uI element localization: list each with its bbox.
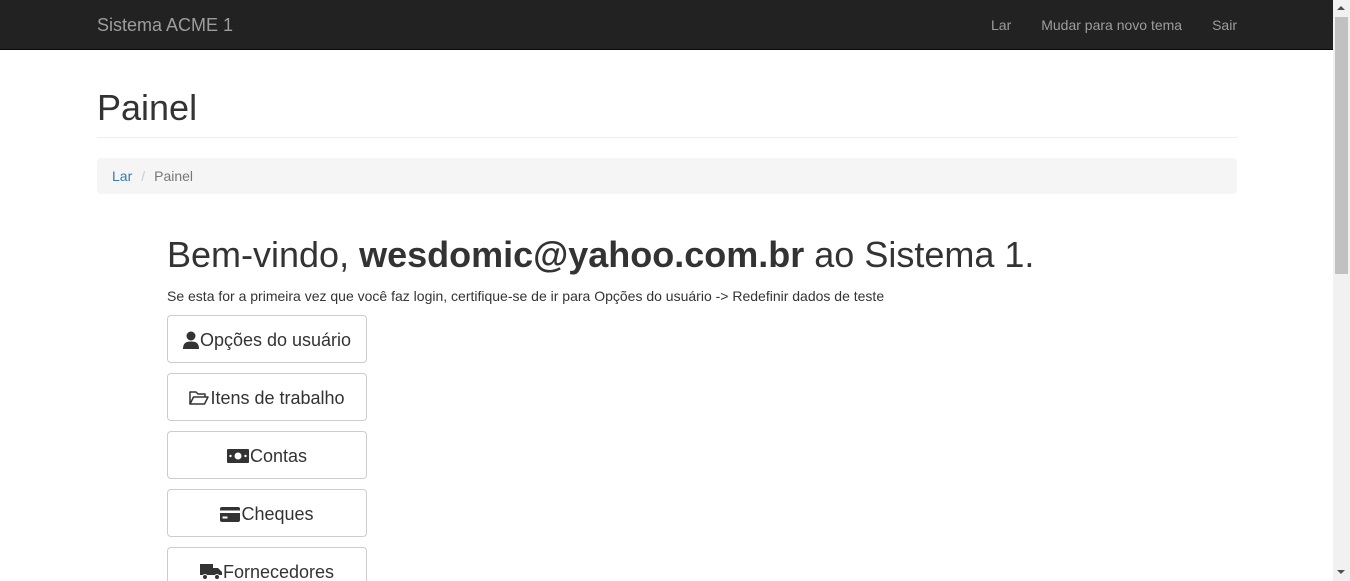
scroll-down-arrow-icon[interactable] (1333, 564, 1350, 581)
work-items-label: Itens de trabalho (210, 387, 345, 408)
brand-link[interactable]: Sistema ACME 1 (97, 0, 233, 50)
nav-link-change-theme[interactable]: Mudar para novo tema (1041, 17, 1182, 33)
money-icon (226, 449, 249, 463)
scroll-up-arrow-icon[interactable] (1333, 0, 1350, 17)
user-icon (182, 331, 199, 349)
welcome-prefix: Bem-vindo, (167, 234, 360, 275)
welcome-user-email: wesdomic@yahoo.com.br (359, 234, 805, 275)
welcome-section: Bem-vindo, wesdomic@yahoo.com.br ao Sist… (167, 233, 1167, 306)
top-navbar: Sistema ACME 1 Lar Mudar para novo tema … (0, 0, 1333, 50)
truck-icon (199, 564, 222, 580)
accounts-label: Contas (249, 445, 308, 466)
welcome-heading: Bem-vindo, wesdomic@yahoo.com.br ao Sist… (167, 233, 1167, 277)
folder-open-icon (189, 390, 210, 406)
accounts-button[interactable]: Contas (167, 431, 367, 479)
nav-link-logout[interactable]: Sair (1212, 17, 1237, 33)
page-title: Painel (97, 87, 198, 128)
suppliers-label: Fornecedores (222, 561, 335, 581)
scrollbar-thumb[interactable] (1335, 17, 1348, 274)
work-items-button[interactable]: Itens de trabalho (167, 373, 367, 421)
user-options-button[interactable]: Opções do usuário (167, 315, 367, 363)
main-content: Painel Lar / Painel Bem-vindo, wesdomic@… (97, 50, 1237, 581)
suppliers-button[interactable]: Fornecedores (167, 547, 367, 581)
user-options-label: Opções do usuário (199, 329, 352, 350)
vertical-scrollbar[interactable] (1333, 0, 1350, 581)
page: Sistema ACME 1 Lar Mudar para novo tema … (0, 0, 1350, 581)
breadcrumb: Lar / Painel (97, 158, 1237, 194)
nav-link-home[interactable]: Lar (991, 17, 1011, 33)
welcome-suffix: ao Sistema 1. (804, 234, 1035, 275)
credit-card-icon (220, 506, 241, 522)
breadcrumb-current: Painel (154, 168, 194, 184)
navbar-links: Lar Mudar para novo tema Sair (961, 0, 1237, 50)
breadcrumb-separator: / (141, 168, 146, 184)
dashboard-menu: Opções do usuário Itens de trabalho Cont… (167, 315, 367, 581)
breadcrumb-home-link[interactable]: Lar (112, 168, 132, 184)
welcome-note: Se esta for a primeira vez que você faz … (167, 288, 885, 304)
cheques-button[interactable]: Cheques (167, 489, 367, 537)
title-divider (97, 137, 1237, 138)
cheques-label: Cheques (241, 503, 314, 524)
